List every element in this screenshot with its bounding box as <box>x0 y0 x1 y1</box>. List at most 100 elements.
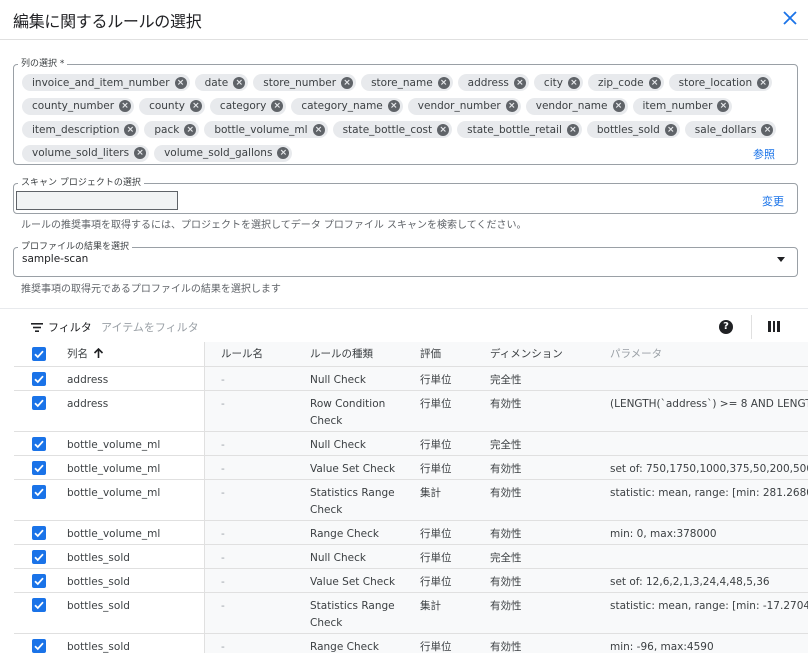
filter-icon[interactable] <box>31 323 43 332</box>
chip-remove-icon[interactable]: × <box>717 100 730 113</box>
column-header-rule-name[interactable]: ルール名 <box>221 346 263 363</box>
chip-remove-icon[interactable]: × <box>134 147 147 160</box>
help-icon[interactable]: ? <box>719 320 733 334</box>
column-chip[interactable]: address × <box>457 74 529 92</box>
column-chip[interactable]: county × <box>139 97 205 115</box>
table-row[interactable]: bottles_sold - Null Check 行単位 完全性 <box>14 545 808 569</box>
select-all-checkbox[interactable] <box>32 347 46 361</box>
row-checkbox[interactable] <box>32 550 46 564</box>
cell-rule-name: - <box>221 374 225 386</box>
table-row[interactable]: bottles_sold - Value Set Check 行単位 有効性 set of… <box>14 569 808 593</box>
column-header-dimension[interactable]: ディメンション <box>490 346 563 363</box>
row-checkbox[interactable] <box>32 598 46 612</box>
cell-column-name: bottles_sold <box>67 600 130 612</box>
column-chip-label: county_number <box>32 100 115 113</box>
table-row[interactable]: bottle_volume_ml - Value Set Check 行単位 有効性 se… <box>14 456 808 480</box>
filter-input[interactable]: アイテムをフィルタ <box>101 319 199 335</box>
browse-link[interactable]: 参照 <box>753 146 775 162</box>
column-header-parameters[interactable]: パラメータ <box>610 346 662 363</box>
row-checkbox[interactable] <box>32 461 46 475</box>
chip-row: county_number × county × category × category_n… <box>22 95 762 119</box>
table-row[interactable]: bottles_sold - Statistics Range Check 集計 有効性 s… <box>14 593 808 634</box>
chip-row: item_description × pack × bottle_volume_ml × s… <box>22 118 777 142</box>
column-chip[interactable]: state_bottle_cost × <box>332 121 453 139</box>
column-chip[interactable]: pack × <box>144 121 200 139</box>
column-chip[interactable]: vendor_name × <box>525 97 628 115</box>
filter-label[interactable]: フィルタ <box>48 319 92 335</box>
column-chip-label: bottle_volume_ml <box>214 123 308 136</box>
column-chip[interactable]: store_number × <box>253 74 357 92</box>
chip-remove-icon[interactable]: × <box>341 76 354 89</box>
column-chip[interactable]: item_number × <box>632 97 733 115</box>
sort-ascending-icon <box>93 348 104 358</box>
chip-remove-icon[interactable]: × <box>761 123 774 136</box>
column-header-evaluation[interactable]: 評価 <box>420 346 441 363</box>
chip-remove-icon[interactable]: × <box>184 123 197 136</box>
column-chip[interactable]: category × <box>209 97 287 115</box>
column-chip[interactable]: store_location × <box>668 74 773 92</box>
chip-remove-icon[interactable]: × <box>648 76 661 89</box>
chip-remove-icon[interactable]: × <box>505 100 518 113</box>
chip-remove-icon[interactable]: × <box>271 100 284 113</box>
column-chip[interactable]: invoice_and_item_number × <box>22 74 190 92</box>
row-checkbox[interactable] <box>32 437 46 451</box>
chip-remove-icon[interactable]: × <box>387 100 400 113</box>
column-chip[interactable]: state_bottle_retail × <box>457 121 582 139</box>
column-chip[interactable]: item_description × <box>22 121 140 139</box>
column-chip[interactable]: city × <box>533 74 583 92</box>
table-row[interactable]: bottle_volume_ml - Statistics Range Check 集計… <box>14 480 808 521</box>
column-chip[interactable]: volume_sold_liters × <box>22 144 150 162</box>
close-icon[interactable] <box>778 6 802 30</box>
row-checkbox[interactable] <box>32 574 46 588</box>
row-checkbox[interactable] <box>32 485 46 499</box>
profile-result-select[interactable]: プロファイルの結果を選択 sample-scan <box>13 242 798 277</box>
column-header-rule-type[interactable]: ルールの種類 <box>310 346 373 363</box>
chip-remove-icon[interactable]: × <box>566 123 579 136</box>
cell-column-name: bottles_sold <box>67 576 130 588</box>
column-chip[interactable]: category_name × <box>291 97 403 115</box>
column-chip-label: item_number <box>642 100 713 113</box>
table-row[interactable]: bottles_sold - Range Check 行単位 有効性 min: -96, … <box>14 634 808 653</box>
column-chip[interactable]: volume_sold_gallons × <box>154 144 293 162</box>
chip-remove-icon[interactable]: × <box>174 76 187 89</box>
row-checkbox[interactable] <box>32 372 46 386</box>
column-chip[interactable]: store_name × <box>361 74 453 92</box>
column-chip[interactable]: county_number × <box>22 97 135 115</box>
chip-remove-icon[interactable]: × <box>437 123 450 136</box>
table-row[interactable]: address - Null Check 行単位 完全性 <box>14 367 808 391</box>
column-chip[interactable]: zip_code × <box>587 74 664 92</box>
column-chip[interactable]: bottle_volume_ml × <box>204 121 328 139</box>
table-row[interactable]: bottle_volume_ml - Null Check 行単位 完全性 <box>14 432 808 456</box>
row-checkbox[interactable] <box>32 526 46 540</box>
chip-remove-icon[interactable]: × <box>437 76 450 89</box>
chip-remove-icon[interactable]: × <box>567 76 580 89</box>
row-checkbox[interactable] <box>32 396 46 410</box>
table-row[interactable]: bottle_volume_ml - Range Check 行単位 有効性 min: 0… <box>14 521 808 545</box>
chip-remove-icon[interactable]: × <box>277 147 290 160</box>
row-checkbox[interactable] <box>32 639 46 653</box>
chip-remove-icon[interactable]: × <box>233 76 246 89</box>
cell-column-name: bottle_volume_ml <box>67 463 161 475</box>
chip-remove-icon[interactable]: × <box>757 76 770 89</box>
column-chip[interactable]: vendor_number × <box>407 97 521 115</box>
scan-project-input[interactable] <box>16 191 178 210</box>
chip-remove-icon[interactable]: × <box>664 123 677 136</box>
chip-remove-icon[interactable]: × <box>312 123 325 136</box>
table-row[interactable]: address - Row Condition Check 行単位 有効性 (LENGTH(… <box>14 391 808 432</box>
chip-remove-icon[interactable]: × <box>189 100 202 113</box>
cell-rule-type: Null Check <box>310 437 366 454</box>
column-chip[interactable]: bottles_sold × <box>586 121 680 139</box>
chip-remove-icon[interactable]: × <box>124 123 137 136</box>
change-project-link[interactable]: 変更 <box>762 193 784 209</box>
column-display-icon[interactable] <box>768 321 780 332</box>
chip-remove-icon[interactable]: × <box>513 76 526 89</box>
cell-column-name: address <box>67 398 109 410</box>
column-chip[interactable]: sale_dollars × <box>684 121 777 139</box>
chip-remove-icon[interactable]: × <box>612 100 625 113</box>
columns-select-field[interactable]: 列の選択 * invoice_and_item_number × date × stor… <box>13 59 798 165</box>
cell-parameters: statistic: mean, range: [min: 281.26808 <box>610 487 808 499</box>
scan-project-field: スキャン プロジェクトの選択 変更 <box>13 178 798 214</box>
column-header-name[interactable]: 列名 <box>67 346 104 363</box>
column-chip[interactable]: date × <box>194 74 249 92</box>
chip-remove-icon[interactable]: × <box>119 100 132 113</box>
